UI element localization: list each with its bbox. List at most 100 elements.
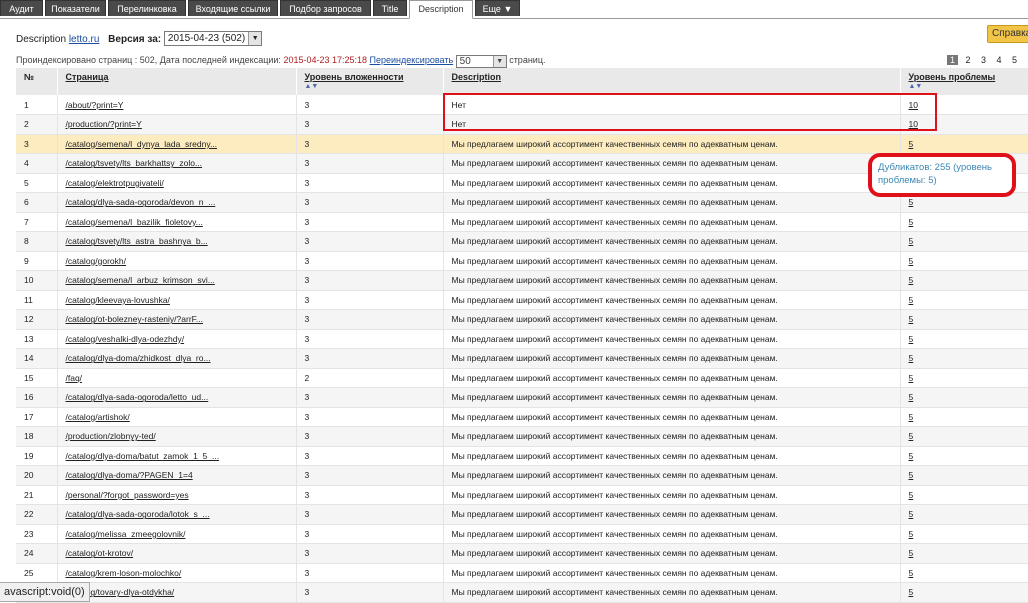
- problem-level-link[interactable]: 5: [909, 373, 914, 383]
- problem-level-link[interactable]: 5: [909, 412, 914, 422]
- per-page-select[interactable]: 50 ▼: [455, 55, 507, 68]
- row-page-cell: /catalog/tovary-dlya-otdykha/: [57, 582, 297, 603]
- col-problem-label[interactable]: Уровень проблемы: [909, 72, 996, 82]
- row-depth: 3: [296, 95, 444, 115]
- page-link[interactable]: 4: [994, 55, 1005, 65]
- page-url-link[interactable]: /catalog/melissa_zmeegolovnik/: [66, 529, 186, 539]
- row-number: 18: [16, 426, 58, 447]
- problem-level-link[interactable]: 5: [909, 548, 914, 558]
- page-url-link[interactable]: /catalog/dlya-sada-ogoroda/devon_n_...: [66, 197, 216, 207]
- problem-level-link[interactable]: 5: [909, 275, 914, 285]
- row-number: 4: [16, 153, 58, 174]
- col-page[interactable]: Страница: [57, 68, 297, 95]
- page-url-link[interactable]: /catalog/artishok/: [66, 412, 130, 422]
- page-url-link[interactable]: /catalog/ot-krotov/: [66, 548, 134, 558]
- row-description: Мы предлагаем широкий ассортимент качест…: [443, 153, 901, 174]
- page-url-link[interactable]: /production/?print=Y: [66, 119, 142, 129]
- tab-indicators[interactable]: Показатели: [45, 0, 106, 16]
- problem-level-link[interactable]: 5: [909, 217, 914, 227]
- problem-level-link[interactable]: 5: [909, 529, 914, 539]
- row-number: 3: [16, 134, 58, 154]
- page-url-link[interactable]: /catalog/tsvety/lts_astra_bashnya_b...: [66, 236, 208, 246]
- page-url-link[interactable]: /catalog/semena/l_dynya_lada_sredny...: [66, 139, 218, 149]
- problem-level-link[interactable]: 5: [909, 256, 914, 266]
- tab-more[interactable]: Еще ▼: [475, 0, 520, 16]
- page-url-link[interactable]: /catalog/semena/l_bazilik_fioletovy...: [66, 217, 203, 227]
- table-row: 17/catalog/artishok/3 Мы предлагаем широк…: [16, 407, 1028, 427]
- col-page-label[interactable]: Страница: [66, 72, 109, 82]
- row-number: 8: [16, 231, 58, 252]
- row-number: 17: [16, 407, 58, 427]
- problem-level-link[interactable]: 5: [909, 451, 914, 461]
- problem-level-link[interactable]: 5: [909, 431, 914, 441]
- page-url-link[interactable]: /about/?print=Y: [66, 100, 124, 110]
- tab-linking[interactable]: Перелинковка: [108, 0, 186, 16]
- version-select-value: 2015-04-23 (502): [167, 33, 246, 44]
- col-description-label[interactable]: Description: [452, 72, 502, 82]
- row-description: Мы предлагаем широкий ассортимент качест…: [443, 465, 901, 486]
- tab-description[interactable]: Description: [409, 0, 473, 19]
- problem-level-link[interactable]: 5: [909, 236, 914, 246]
- version-select[interactable]: 2015-04-23 (502) ▼: [163, 31, 263, 46]
- col-description[interactable]: Description: [443, 68, 901, 95]
- page-url-link[interactable]: /catalog/dlya-doma/zhidkost_dlya_ro...: [66, 353, 211, 363]
- problem-level-link[interactable]: 5: [909, 568, 914, 578]
- duplicates-tooltip: Дубликатов: 255 (уровень проблемы: 5): [868, 153, 1016, 197]
- problem-level-link[interactable]: 5: [909, 470, 914, 480]
- page-link[interactable]: 1: [947, 55, 958, 65]
- row-page-cell: /catalog/artishok/: [57, 407, 297, 427]
- row-depth: 3: [296, 485, 444, 505]
- problem-level-link[interactable]: 5: [909, 314, 914, 324]
- help-button[interactable]: Справка: [987, 25, 1028, 43]
- sort-arrows-icon[interactable]: ▲▼: [909, 83, 1028, 90]
- tab-audit[interactable]: Аудит: [0, 0, 43, 16]
- page-url-link[interactable]: /catalog/elektrotpugivateli/: [66, 178, 164, 188]
- page-url-link[interactable]: /catalog/dlya-doma/batut_zamok_1_5_...: [66, 451, 220, 461]
- tab-query-selection[interactable]: Подбор запросов: [280, 0, 371, 16]
- sort-arrows-icon[interactable]: ▲▼: [305, 83, 443, 90]
- problem-level-link[interactable]: 5: [909, 197, 914, 207]
- page-url-link[interactable]: /catalog/krem-loson-molochko/: [66, 568, 182, 578]
- page-url-link[interactable]: /catalog/dlya-doma/?PAGEN_1=4: [66, 470, 193, 480]
- row-page-cell: /catalog/ot-krotov/: [57, 543, 297, 564]
- page-url-link[interactable]: /catalog/veshalki-dlya-odezhdy/: [66, 334, 185, 344]
- page-url-link[interactable]: /catalog/dlya-sada-ogoroda/lotok_s_...: [66, 509, 210, 519]
- tab-title[interactable]: Title: [373, 0, 407, 16]
- problem-level-link[interactable]: 5: [909, 353, 914, 363]
- page-link[interactable]: 5: [1009, 55, 1020, 65]
- col-depth-label[interactable]: Уровень вложенности: [305, 72, 404, 82]
- col-problem[interactable]: Уровень проблемы ▲▼: [900, 68, 1028, 95]
- problem-level-link[interactable]: 5: [909, 334, 914, 344]
- problem-level-link[interactable]: 5: [909, 490, 914, 500]
- row-number: 2: [16, 114, 58, 135]
- page-url-link[interactable]: /catalog/gorokh/: [66, 256, 126, 266]
- site-link[interactable]: letto.ru: [69, 34, 100, 45]
- page-link[interactable]: 3: [978, 55, 989, 65]
- page-url-link[interactable]: /catalog/dlya-sada-ogoroda/letto_ud...: [66, 392, 209, 402]
- row-problem-cell: 5: [900, 465, 1028, 486]
- row-depth: 3: [296, 270, 444, 291]
- problem-level-link[interactable]: 5: [909, 587, 914, 597]
- row-depth: 3: [296, 329, 444, 349]
- last-index-date: 2015-04-23 17:25:18: [283, 55, 368, 65]
- problem-level-link[interactable]: 5: [909, 295, 914, 305]
- page-url-link[interactable]: /catalog/kleevaya-lovushka/: [66, 295, 170, 305]
- page-url-link[interactable]: /catalog/semena/l_arbuz_krimson_svi...: [66, 275, 215, 285]
- page-url-link[interactable]: /catalog/ot-bolezney-rasteniy/?arrF...: [66, 314, 203, 324]
- table-row: 11/catalog/kleevaya-lovushka/3 Мы предлаг…: [16, 290, 1028, 310]
- reindex-link[interactable]: Переиндексировать: [370, 55, 454, 65]
- row-problem-cell: 5: [900, 426, 1028, 447]
- page-url-link[interactable]: /production/zlobnyy-ted/: [66, 431, 156, 441]
- col-depth[interactable]: Уровень вложенности ▲▼: [296, 68, 444, 95]
- page-url-link[interactable]: /faq/: [66, 373, 83, 383]
- page-link[interactable]: 2: [963, 55, 974, 65]
- row-problem-cell: 5: [900, 212, 1028, 232]
- row-depth: 3: [296, 290, 444, 310]
- problem-level-link[interactable]: 5: [909, 392, 914, 402]
- page-url-link[interactable]: /personal/?forgot_password=yes: [66, 490, 189, 500]
- tab-incoming-links[interactable]: Входящие ссылки: [188, 0, 278, 16]
- problem-level-link[interactable]: 5: [909, 139, 914, 149]
- page-url-link[interactable]: /catalog/tsvety/lts_barkhattsy_zolo...: [66, 158, 203, 168]
- table-row: 10/catalog/semena/l_arbuz_krimson_svi...…: [16, 270, 1028, 291]
- problem-level-link[interactable]: 5: [909, 509, 914, 519]
